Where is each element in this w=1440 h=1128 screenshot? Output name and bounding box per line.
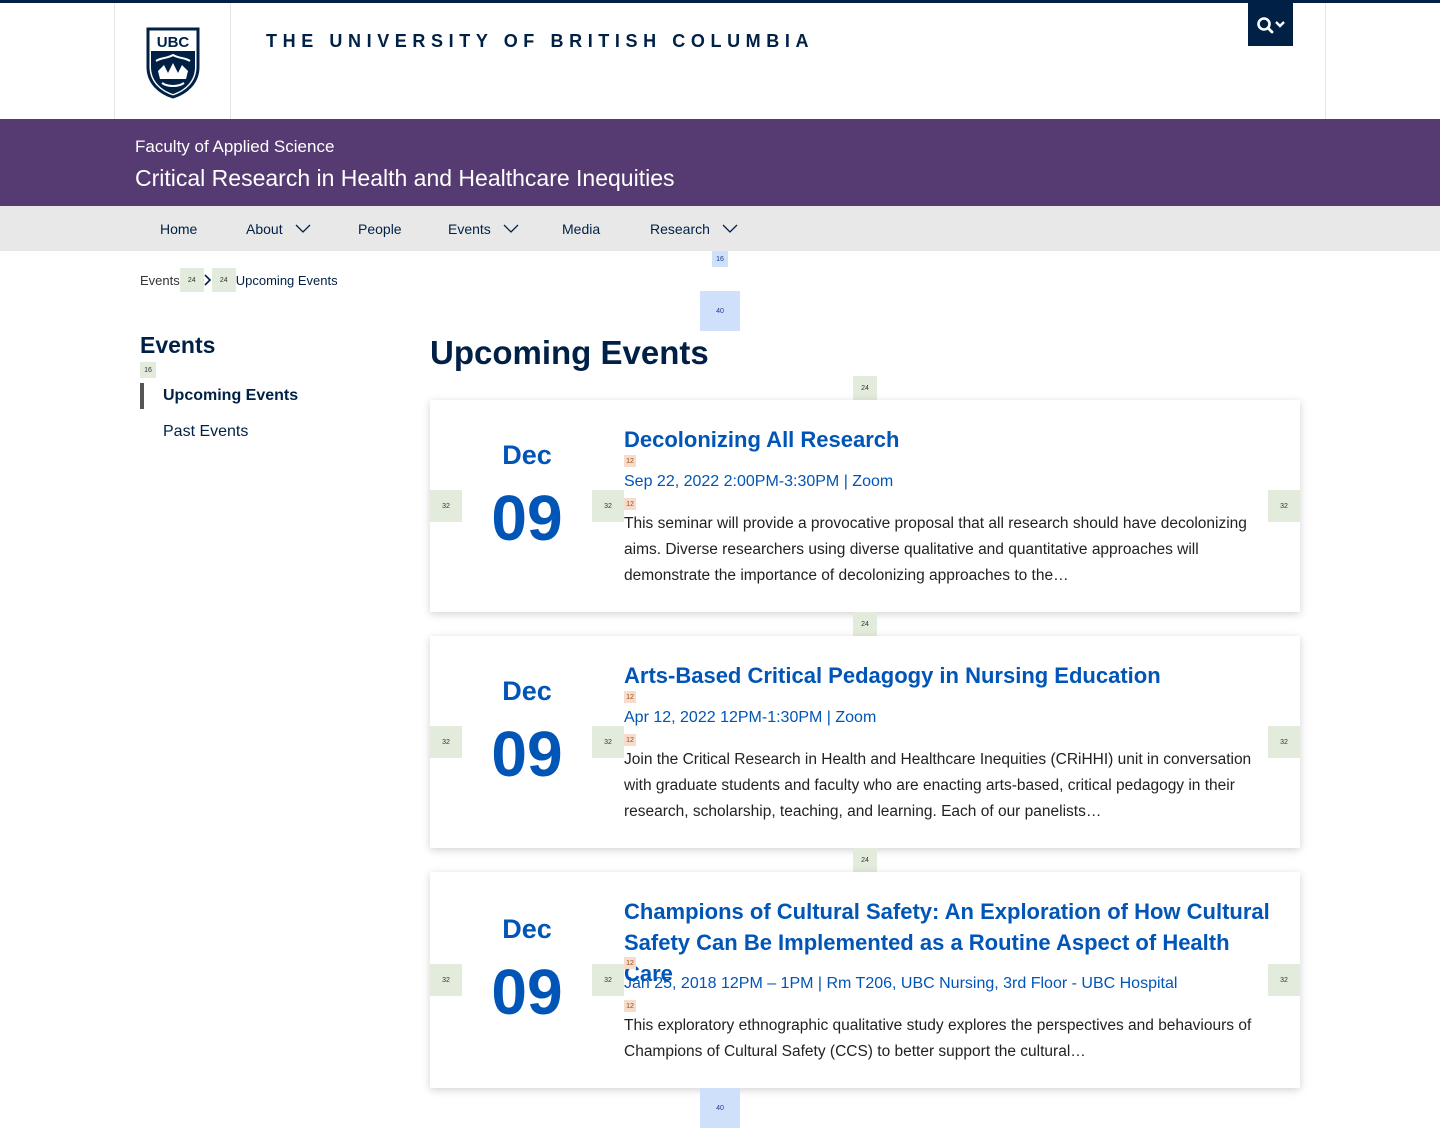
unit-title-link[interactable]: Critical Research in Health and Healthca…	[135, 165, 675, 192]
spacing-marker: 40	[700, 1088, 740, 1128]
event-date-day: 09	[491, 956, 563, 1028]
spacing-marker: 24	[853, 612, 877, 636]
event-date-month: Dec	[502, 676, 552, 706]
nav-item-people[interactable]: People	[358, 206, 402, 251]
spacing-marker: 24	[211, 268, 236, 292]
breadcrumb-current: Upcoming Events	[235, 272, 338, 288]
nav-item-label: Home	[160, 220, 198, 237]
header-divider	[230, 3, 231, 119]
nav-item-media[interactable]: Media	[562, 206, 600, 251]
event-meta: Apr 12, 2022 12PM-1:30PM | Zoom	[624, 709, 877, 726]
site-header: UBC THE UNIVERSITY OF BRITISH COLUMBIA	[0, 3, 1440, 119]
event-description: This seminar will provide a provocative …	[624, 515, 1247, 584]
chevron-right-icon	[204, 274, 211, 286]
spacing-marker: 16	[140, 362, 156, 378]
spacing-marker: 32	[592, 726, 624, 758]
header-divider	[114, 3, 115, 119]
event-card[interactable]: Dec 09 32 32 32 Arts-Based Critical Peda…	[430, 636, 1300, 848]
breadcrumb-link-events[interactable]: Events	[140, 273, 180, 288]
event-date-month: Dec	[502, 914, 552, 944]
spacing-marker: 12	[624, 691, 636, 703]
page-title: Upcoming Events	[430, 334, 709, 371]
event-meta: Sep 22, 2022 2:00PM-3:30PM | Zoom	[624, 473, 894, 490]
event-description: This exploratory ethnographic qualitativ…	[624, 1017, 1252, 1060]
event-title-link[interactable]: Decolonizing All Research	[624, 424, 1272, 455]
spacing-marker: 32	[430, 490, 462, 522]
sidebar-item-past-events[interactable]: Past Events	[163, 423, 248, 441]
nav-item-label: Research	[650, 220, 710, 237]
chevron-down-icon	[503, 224, 519, 233]
sidebar-active-indicator	[140, 383, 144, 409]
event-date-month: Dec	[502, 440, 552, 470]
unit-banner	[0, 119, 1440, 206]
spacing-marker: 12	[624, 455, 636, 467]
spacing-marker: 16	[712, 251, 728, 267]
nav-item-label: About	[246, 220, 283, 237]
event-card[interactable]: Dec 09 32 32 32 Decolonizing All Researc…	[430, 400, 1300, 612]
spacing-marker: 12	[624, 1000, 636, 1012]
faculty-link[interactable]: Faculty of Applied Science	[135, 137, 334, 157]
spacing-marker: 32	[1268, 726, 1300, 758]
event-date-day: 09	[491, 482, 563, 554]
spacing-marker: 12	[624, 498, 636, 510]
spacing-marker: 32	[592, 490, 624, 522]
university-wordmark[interactable]: THE UNIVERSITY OF BRITISH COLUMBIA	[266, 31, 814, 52]
spacing-marker: 32	[1268, 490, 1300, 522]
spacing-marker: 40	[700, 291, 740, 331]
ubc-crest-logo[interactable]: UBC	[146, 27, 200, 99]
spacing-marker: 24	[853, 848, 877, 872]
spacing-marker: 24	[853, 376, 877, 400]
nav-item-label: Media	[562, 220, 601, 237]
sidebar-item-upcoming-events[interactable]: Upcoming Events	[163, 387, 298, 405]
search-toggle-button[interactable]	[1248, 3, 1293, 46]
svg-text:UBC: UBC	[157, 34, 190, 51]
nav-item-home[interactable]: Home	[160, 206, 197, 251]
nav-item-label: People	[358, 220, 402, 237]
nav-item-research[interactable]: Research	[650, 206, 738, 251]
sidebar-title: Events	[140, 332, 216, 358]
spacing-marker: 32	[430, 964, 462, 996]
event-date-day: 09	[491, 718, 563, 790]
nav-item-label: Events	[448, 220, 491, 237]
spacing-marker: 32	[592, 964, 624, 996]
breadcrumb: Events 24 24 Upcoming Events	[140, 268, 338, 292]
chevron-down-icon	[722, 224, 738, 233]
spacing-marker: 24	[179, 268, 204, 292]
event-meta: Jan 25, 2018 12PM – 1PM | Rm T206, UBC N…	[624, 975, 1178, 992]
header-divider	[1325, 3, 1326, 119]
main-navigation: Home About People Events Media Research	[0, 206, 1440, 251]
event-title-link[interactable]: Arts-Based Critical Pedagogy in Nursing …	[624, 660, 1272, 691]
spacing-marker: 12	[624, 957, 636, 969]
chevron-down-icon	[295, 224, 311, 233]
spacing-marker: 12	[624, 734, 636, 746]
spacing-marker: 32	[430, 726, 462, 758]
event-description: Join the Critical Research in Health and…	[624, 751, 1252, 820]
nav-item-about[interactable]: About	[246, 206, 311, 251]
search-icon	[1256, 16, 1285, 33]
spacing-marker: 32	[1268, 964, 1300, 996]
nav-item-events[interactable]: Events	[448, 206, 519, 251]
event-card[interactable]: Dec 09 32 32 32 Champions of Cultural Sa…	[430, 872, 1300, 1088]
